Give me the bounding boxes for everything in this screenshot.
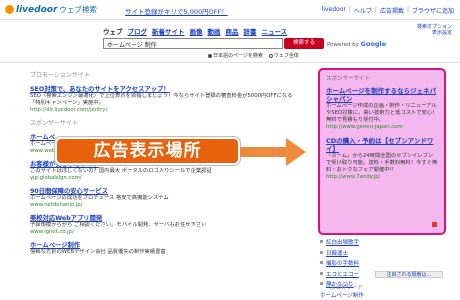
ad-placement-callout: 広告表示場所	[55, 137, 240, 165]
info-icon[interactable]	[432, 222, 437, 227]
result-desc: 予算規模からがら ご相談ください。モバイル開発、サーバもお任せ下さい	[30, 222, 207, 228]
radio-all-web[interactable]: ウェブ全体	[268, 52, 299, 59]
result-url[interactable]: www.netdehanjo.jp/	[30, 202, 300, 208]
logo[interactable]: livedoor ウェブ検索	[5, 4, 97, 15]
top-bar: livedoor ウェブ検索 サイト登録がキリで5,000円OFF！ lived…	[0, 0, 460, 20]
search-button[interactable]: 検索する	[284, 38, 324, 49]
result-desc: ホームページの成功をプロデュース 格安で高機能システム	[30, 195, 169, 201]
ad-title[interactable]: CDの購入・予約は【セブンアンドワイ】	[326, 137, 438, 153]
result-title[interactable]: SEO対策で、あなたのサイトをアクセスアップ！	[30, 84, 300, 93]
toplink-ads[interactable]: 広告掲載	[380, 6, 404, 15]
sponsor-box-label: スポンサーサイト	[326, 76, 370, 82]
result-desc: 信頼な方針のWEBデザイン会社 品質優先の制作実績豊富	[30, 249, 166, 255]
more-button[interactable]: 注目される順番は…	[375, 271, 443, 278]
results-column: プロモーションサイト SEO対策で、あなたのサイトをアクセスアップ！ SEO（検…	[30, 70, 300, 261]
promo-link[interactable]: サイト登録がキリで5,000円OFF！	[125, 6, 228, 16]
toplink-add-browser[interactable]: ブラウザに追加	[412, 6, 454, 15]
toplink-help[interactable]: ヘルプ	[354, 6, 372, 15]
logo-service: ウェブ検索	[59, 5, 97, 14]
result-url[interactable]: http://dir.livedoor.com/jentry/	[30, 107, 300, 113]
trend-item[interactable]: 紅白出場歌手	[320, 238, 445, 246]
sponsor-box: スポンサーサイト ホームページを制作するならジェネパシャパン ホームページ作成の…	[318, 68, 446, 235]
tab-blog[interactable]: ブログ	[128, 26, 148, 36]
powered-by: Powered by Google	[327, 40, 386, 48]
google-logo: Google	[360, 40, 387, 48]
tab-video[interactable]: 動画	[208, 26, 221, 36]
result-title[interactable]: 楽校対応Webアプリ開発	[30, 213, 300, 222]
radio-japanese[interactable]: 日本語のページを検索	[208, 52, 263, 59]
tab-images[interactable]: 画像	[190, 26, 203, 36]
trending-words-label: 急上昇ワード	[330, 285, 364, 291]
result-title[interactable]: ホームページ制作	[30, 240, 300, 249]
list-item: 楽校対応Webアプリ開発 予算規模からがら ご相談ください。モバイル開発、サーバ…	[30, 213, 300, 235]
result-title[interactable]: 90日間保障の安心サービス	[30, 186, 300, 195]
result-url[interactable]: yjp.globalsign.com/	[30, 175, 300, 181]
top-links: livedoor | ヘルプ | 広告掲載 | ブラウザに追加	[321, 6, 454, 15]
list-item: 90日間保障の安心サービス ホームページの成功をプロデュース 格安で高機能システ…	[30, 186, 300, 208]
trend-item[interactable]: 撮影の手数料	[320, 259, 445, 267]
arrow-shaft	[240, 147, 288, 157]
result-desc: SEO（検索エンジン最適化）で上位表示を目指しましょう！今ならサイト登録の審査料…	[30, 93, 293, 106]
promo-section-label: プロモーションサイト	[30, 72, 90, 79]
result-desc: このサイトはほしくないの？国内最大 ポータルのロゴ入りシールで企業認証	[30, 168, 212, 174]
divider	[0, 62, 460, 63]
tab-web[interactable]: ウェブ	[103, 26, 123, 36]
ad-title[interactable]: ホームページを制作するならジェネパシャパン	[326, 87, 438, 103]
tab-new-sites[interactable]: 新着サイト	[152, 26, 185, 36]
tab-products[interactable]: 商品	[226, 26, 239, 36]
display-settings-link[interactable]: 表示設定	[417, 30, 452, 36]
trend-item[interactable]: 日韓運士	[320, 249, 445, 257]
livedoor-logo-icon	[5, 5, 14, 14]
trending-word-link[interactable]: ホームページ制作	[320, 291, 364, 299]
ad-url[interactable]: http://www.7andy.jp/	[326, 174, 438, 180]
tab-news[interactable]: ニュース	[262, 26, 288, 36]
ad-desc: 「ホーム」から24時間全国のセブンイレブンで受け取り可能。送料・手数料無料！今す…	[326, 153, 438, 173]
result-url[interactable]: www.ignet.co.jp/	[30, 229, 300, 235]
ad-desc: ホームページ作成の企画・制作・リニューアルやSEO対策に。高い技術力と低コストで…	[326, 103, 438, 123]
arrow-right-icon	[286, 138, 306, 166]
ad-url[interactable]: http://www.geneu-japan.com	[326, 124, 438, 130]
search-scope: 日本語のページを検索 ウェブ全体	[208, 52, 299, 59]
search-settings: 検索オプション 表示設定	[417, 24, 452, 36]
toplink-livedoor[interactable]: livedoor	[322, 6, 346, 15]
tab-dictionary[interactable]: 辞書	[244, 26, 257, 36]
search-tabs: ウェブ ブログ 新着サイト 画像 動画 商品 辞書 ニュース	[103, 26, 287, 36]
sponsor-section-label: スポンサーサイト	[30, 120, 78, 127]
powered-prefix: Powered by	[327, 42, 359, 48]
logo-brand: livedoor	[16, 4, 58, 15]
promo-result: SEO対策で、あなたのサイトをアクセスアップ！ SEO（検索エンジン最適化）で上…	[30, 84, 300, 113]
search-input[interactable]: ホームページ 制作	[103, 38, 283, 49]
list-item: ホームページ制作 信頼な方針のWEBデザイン会社 品質優先の制作実績豊富	[30, 240, 300, 256]
